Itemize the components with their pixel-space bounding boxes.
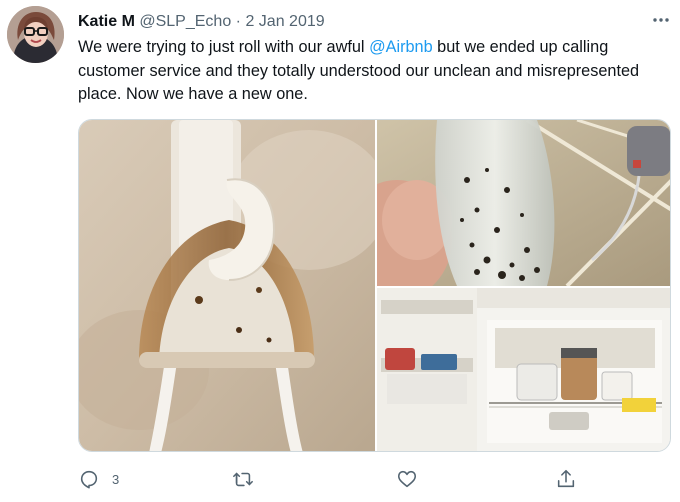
- header-separator: ·: [235, 13, 241, 30]
- tweet-header: Katie M @SLP_Echo · 2 Jan 2019: [78, 11, 325, 33]
- tweet-date[interactable]: 2 Jan 2019: [245, 13, 324, 30]
- tweet-text: We were trying to just roll with our awf…: [78, 36, 658, 107]
- media-grid: [78, 119, 671, 452]
- reply-icon: [78, 468, 100, 490]
- author-handle[interactable]: @SLP_Echo: [139, 13, 231, 30]
- share-icon: [555, 468, 577, 490]
- share-button[interactable]: [555, 463, 577, 495]
- action-bar: 3: [78, 463, 598, 495]
- tweet[interactable]: Katie M @SLP_Echo · 2 Jan 2019 We were t…: [0, 0, 680, 502]
- retweet-button[interactable]: [232, 463, 266, 495]
- retweet-icon: [232, 468, 254, 490]
- reply-count: 3: [112, 471, 120, 487]
- avatar[interactable]: [7, 6, 64, 63]
- like-button[interactable]: [396, 463, 430, 495]
- mention-link[interactable]: @Airbnb: [369, 38, 433, 56]
- photo-dirty-container[interactable]: [377, 120, 670, 286]
- photo-toothbrush-holder[interactable]: [79, 120, 375, 451]
- photo-refrigerator[interactable]: [377, 288, 670, 451]
- tweet-text-part1: We were trying to just roll with our awf…: [78, 38, 370, 56]
- reply-button[interactable]: 3: [78, 463, 119, 495]
- author-name[interactable]: Katie M: [78, 13, 135, 30]
- more-horizontal-icon[interactable]: [648, 10, 674, 30]
- heart-icon: [396, 468, 418, 490]
